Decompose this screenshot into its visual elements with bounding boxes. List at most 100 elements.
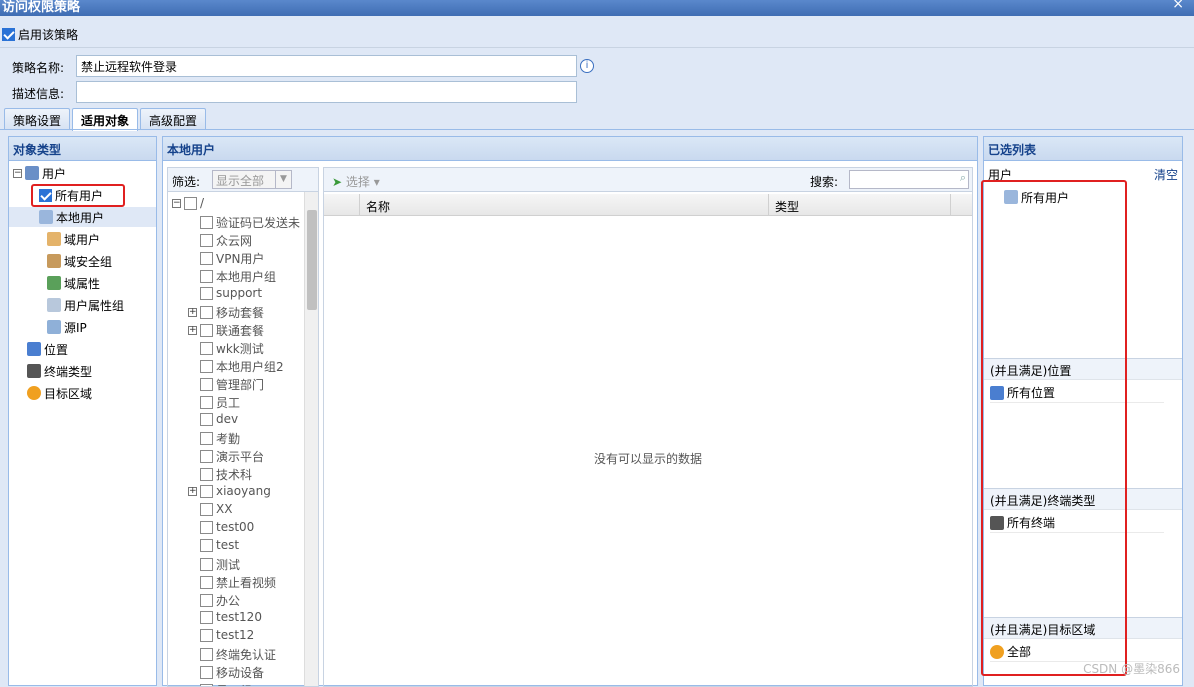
checkbox-icon[interactable] [200, 666, 213, 679]
checkbox-icon[interactable] [200, 484, 213, 498]
checkbox-icon[interactable] [200, 610, 213, 624]
group-item[interactable]: VPN用户 [200, 250, 264, 267]
group-item[interactable]: 终端免认证 [200, 646, 276, 663]
checkbox-icon[interactable] [200, 648, 213, 661]
grid-header-checkbox-cell[interactable] [324, 194, 360, 215]
checkbox-icon[interactable] [200, 538, 213, 552]
tab-policy-settings[interactable]: 策略设置 [4, 108, 71, 130]
select-button[interactable]: ➤ 选择 ▾ [332, 173, 380, 190]
checkbox-icon[interactable] [200, 324, 213, 337]
tree-node-location[interactable]: 位置 [27, 339, 68, 359]
group-item[interactable]: test00 [200, 520, 254, 534]
checkbox-icon[interactable] [200, 594, 213, 607]
checkbox-icon[interactable] [2, 28, 15, 41]
tree-node-local-user[interactable]: 本地用户 [9, 207, 156, 227]
group-item[interactable]: 演示平台 [200, 448, 264, 465]
expand-icon[interactable]: + [188, 486, 197, 496]
group-item[interactable]: 办公 [200, 592, 240, 609]
checkbox-icon[interactable] [200, 234, 213, 247]
group-label: support [216, 286, 263, 300]
group-item[interactable]: support [200, 286, 262, 300]
checkbox-icon[interactable] [200, 450, 213, 463]
group-root[interactable]: − / [172, 196, 204, 210]
checkbox-icon[interactable] [200, 576, 213, 589]
tab-applicable-objects[interactable]: 适用对象 [72, 108, 139, 131]
checkbox-icon[interactable] [200, 306, 213, 319]
group-item[interactable]: + 联通套餐 [188, 322, 264, 339]
group-label: 移动设备 [216, 666, 265, 680]
group-item[interactable]: test [200, 538, 239, 552]
checkbox-icon[interactable] [184, 196, 197, 210]
tree-node-target-zone[interactable]: 目标区域 [27, 383, 92, 403]
group-item[interactable]: 本地用户组2 [200, 358, 284, 375]
checkbox-icon[interactable] [200, 342, 213, 355]
checkbox-icon[interactable] [200, 558, 213, 571]
group-item[interactable]: 技术科 [200, 466, 252, 483]
tree-node-label: 位置 [44, 342, 69, 357]
tree-node-domain-user[interactable]: 域用户 [47, 229, 100, 249]
checkbox-icon[interactable] [200, 252, 213, 265]
checkbox-icon[interactable] [200, 628, 213, 642]
checkbox-icon[interactable] [200, 432, 213, 445]
checkbox-icon[interactable] [200, 286, 213, 300]
tree-node-terminal-type[interactable]: 终端类型 [27, 361, 92, 381]
group-item[interactable]: test12 [200, 628, 254, 642]
column-type[interactable]: 类型 [768, 194, 805, 215]
group-label: 终端免认证 [216, 648, 277, 662]
group-item[interactable]: 众云网 [200, 232, 252, 249]
enable-policy-checkbox[interactable]: 启用该策略 [2, 26, 78, 43]
group-item[interactable]: 移动设备 [200, 664, 264, 681]
group-label: / [200, 196, 205, 210]
checkbox-icon[interactable] [200, 360, 213, 373]
checkbox-icon[interactable] [200, 502, 213, 516]
group-item[interactable]: 本地用户组 [200, 268, 276, 285]
group-label: VPN用户 [216, 252, 265, 266]
group-item[interactable]: 考勤 [200, 430, 240, 447]
search-icon[interactable]: ⌕ [960, 171, 966, 185]
group-item[interactable]: 验证码已发送未 [200, 214, 300, 231]
column-name[interactable]: 名称 [366, 198, 390, 215]
tree-node-source-ip[interactable]: 源IP [47, 317, 87, 337]
tab-advanced-config[interactable]: 高级配置 [140, 108, 207, 130]
collapse-icon[interactable]: − [13, 168, 22, 178]
close-icon[interactable]: × [1172, 0, 1184, 12]
group-item[interactable]: 管理部门 [200, 376, 264, 393]
tree-node-domain-attribute[interactable]: 域属性 [47, 273, 100, 293]
group-label: 众云网 [216, 234, 253, 248]
group-label: 员工 [216, 396, 241, 410]
expand-icon[interactable]: + [188, 326, 197, 335]
expand-icon[interactable]: + [188, 308, 197, 317]
group-item[interactable]: test120 [200, 610, 262, 624]
tree-node-user-attribute-group[interactable]: 用户属性组 [47, 295, 124, 315]
checkbox-icon[interactable] [200, 378, 213, 391]
clear-link[interactable]: 清空 [1154, 166, 1178, 183]
checkbox-icon[interactable] [200, 468, 213, 481]
scrollbar[interactable] [304, 192, 318, 686]
tree-node-domain-security-group[interactable]: 域安全组 [47, 251, 112, 271]
filter-select[interactable]: 显示全部 ▼ [212, 170, 292, 189]
group-item[interactable]: +员工组 [188, 682, 252, 686]
group-item[interactable]: XX [200, 502, 232, 516]
group-item[interactable]: 员工 [200, 394, 240, 411]
scroll-thumb[interactable] [307, 210, 317, 310]
policy-name-input[interactable]: 禁止远程软件登录 [76, 55, 577, 77]
info-icon[interactable]: i [580, 59, 594, 73]
group-item[interactable]: + xiaoyang [188, 484, 271, 498]
checkbox-icon[interactable] [200, 270, 213, 283]
chevron-down-icon[interactable]: ▼ [275, 171, 291, 188]
checkbox-icon[interactable] [200, 520, 213, 534]
group-item[interactable]: dev [200, 412, 238, 426]
group-item[interactable]: wkk测试 [200, 340, 264, 357]
highlight-box-all-users [31, 184, 125, 207]
search-input[interactable]: ⌕ [849, 170, 969, 189]
checkbox-icon[interactable] [200, 216, 213, 229]
tree-node-user[interactable]: − 用户 [13, 163, 66, 183]
window-title: 访问权限策略 [2, 0, 81, 15]
description-input[interactable] [76, 81, 577, 103]
group-item[interactable]: 测试 [200, 556, 240, 573]
group-item[interactable]: 禁止看视频 [200, 574, 276, 591]
checkbox-icon[interactable] [200, 396, 213, 409]
collapse-icon[interactable]: − [172, 198, 181, 208]
checkbox-icon[interactable] [200, 412, 213, 426]
group-item[interactable]: + 移动套餐 [188, 304, 264, 321]
